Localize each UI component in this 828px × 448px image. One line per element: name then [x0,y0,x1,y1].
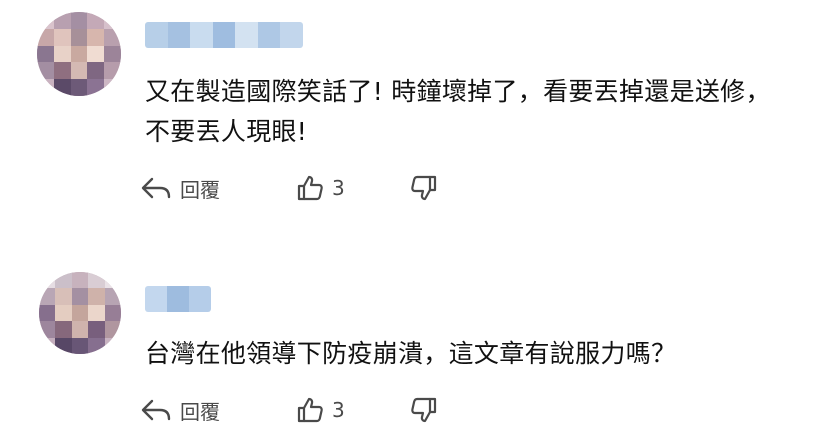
username-pixel [212,22,236,48]
avatar-pixel [70,28,88,46]
avatar-pixel [70,45,88,63]
avatar-pixel [37,45,54,63]
username-blurred[interactable] [145,22,303,48]
avatar-pixel [104,272,121,289]
avatar-pixel [87,79,105,96]
avatar-pixel [55,304,72,322]
avatar-pixel [104,12,121,29]
username-pixel [235,22,258,48]
avatar-pixel [88,304,105,322]
username-pixel [257,22,281,48]
comment-item: 又在製造國際笑話了! 時鐘壞掉了，看要丟掉還是送修，不要丟人現眼! 回覆 3 [0,0,828,230]
username-pixel [280,22,303,48]
like-button[interactable]: 3 [296,168,345,208]
username-pixel [145,22,168,48]
like-button[interactable]: 3 [296,390,345,430]
avatar-mosaic [39,272,121,354]
avatar-pixel [55,272,72,289]
avatar-pixel [87,45,105,63]
avatar-pixel [104,304,121,322]
avatar-pixel [104,45,121,63]
avatar-pixel [104,62,121,80]
avatar-pixel [71,272,89,289]
avatar-pixel [53,62,71,80]
avatar-pixel [87,62,105,80]
avatar-pixel [39,337,56,354]
avatar-pixel [71,337,89,354]
username-blurred[interactable] [145,286,211,312]
username-pixel [145,286,167,312]
username-pixel [167,22,191,48]
avatar-pixel [37,12,54,29]
dislike-button[interactable] [410,390,438,430]
username-pixel [167,286,189,312]
avatar-pixel [70,79,88,96]
thumbs-up-icon [297,397,323,423]
reply-label: 回覆 [180,399,220,424]
thumbs-down-icon [411,175,437,201]
avatar-pixel [70,62,88,80]
avatar-pixel [53,12,71,29]
avatar-pixel [70,12,88,29]
comment-text: 台灣在他領導下防疫崩潰，這文章有說服力嗎？ [145,339,677,368]
avatar-pixel [71,288,89,305]
avatar[interactable] [39,272,121,354]
avatar-pixel [53,79,71,96]
avatar-pixel [55,288,72,305]
avatar-pixel [39,321,56,338]
avatar[interactable] [37,12,121,96]
avatar-pixel [39,272,56,289]
avatar-pixel [39,288,56,305]
avatar-pixel [71,321,89,338]
avatar-pixel [55,321,72,338]
thumbs-up-icon [297,175,323,201]
reply-label: 回覆 [180,177,220,202]
avatar-pixel [104,288,121,305]
reply-button[interactable]: 回覆 [140,168,220,208]
avatar-pixel [87,28,105,46]
reply-arrow-icon [141,399,171,421]
avatar-pixel [39,304,56,322]
avatar-pixel [87,12,105,29]
like-count: 3 [332,176,345,200]
comment-item: 台灣在他領導下防疫崩潰，這文章有說服力嗎？ 回覆 3 [0,262,828,448]
avatar-pixel [88,337,105,354]
avatar-pixel [88,288,105,305]
thumbs-down-icon [411,397,437,423]
avatar-pixel [71,304,89,322]
avatar-pixel [53,45,71,63]
avatar-mosaic [37,12,121,96]
avatar-pixel [37,62,54,80]
avatar-pixel [104,28,121,46]
username-pixel [189,286,211,312]
username-pixel [190,22,213,48]
avatar-pixel [88,321,105,338]
reply-button[interactable]: 回覆 [140,390,220,430]
avatar-pixel [104,79,121,96]
avatar-pixel [37,28,54,46]
avatar-pixel [53,28,71,46]
comment-actions: 回覆 3 [140,168,460,208]
avatar-pixel [104,321,121,338]
comment-text: 又在製造國際笑話了! 時鐘壞掉了，看要丟掉還是送修，不要丟人現眼! [145,77,771,146]
comment-actions: 回覆 3 [140,390,460,430]
dislike-button[interactable] [410,168,438,208]
like-count: 3 [332,398,345,422]
avatar-pixel [104,337,121,354]
avatar-pixel [88,272,105,289]
reply-arrow-icon [141,177,171,199]
avatar-pixel [55,337,72,354]
comment-thread: 又在製造國際笑話了! 時鐘壞掉了，看要丟掉還是送修，不要丟人現眼! 回覆 3 台… [0,0,828,448]
avatar-pixel [37,79,54,96]
